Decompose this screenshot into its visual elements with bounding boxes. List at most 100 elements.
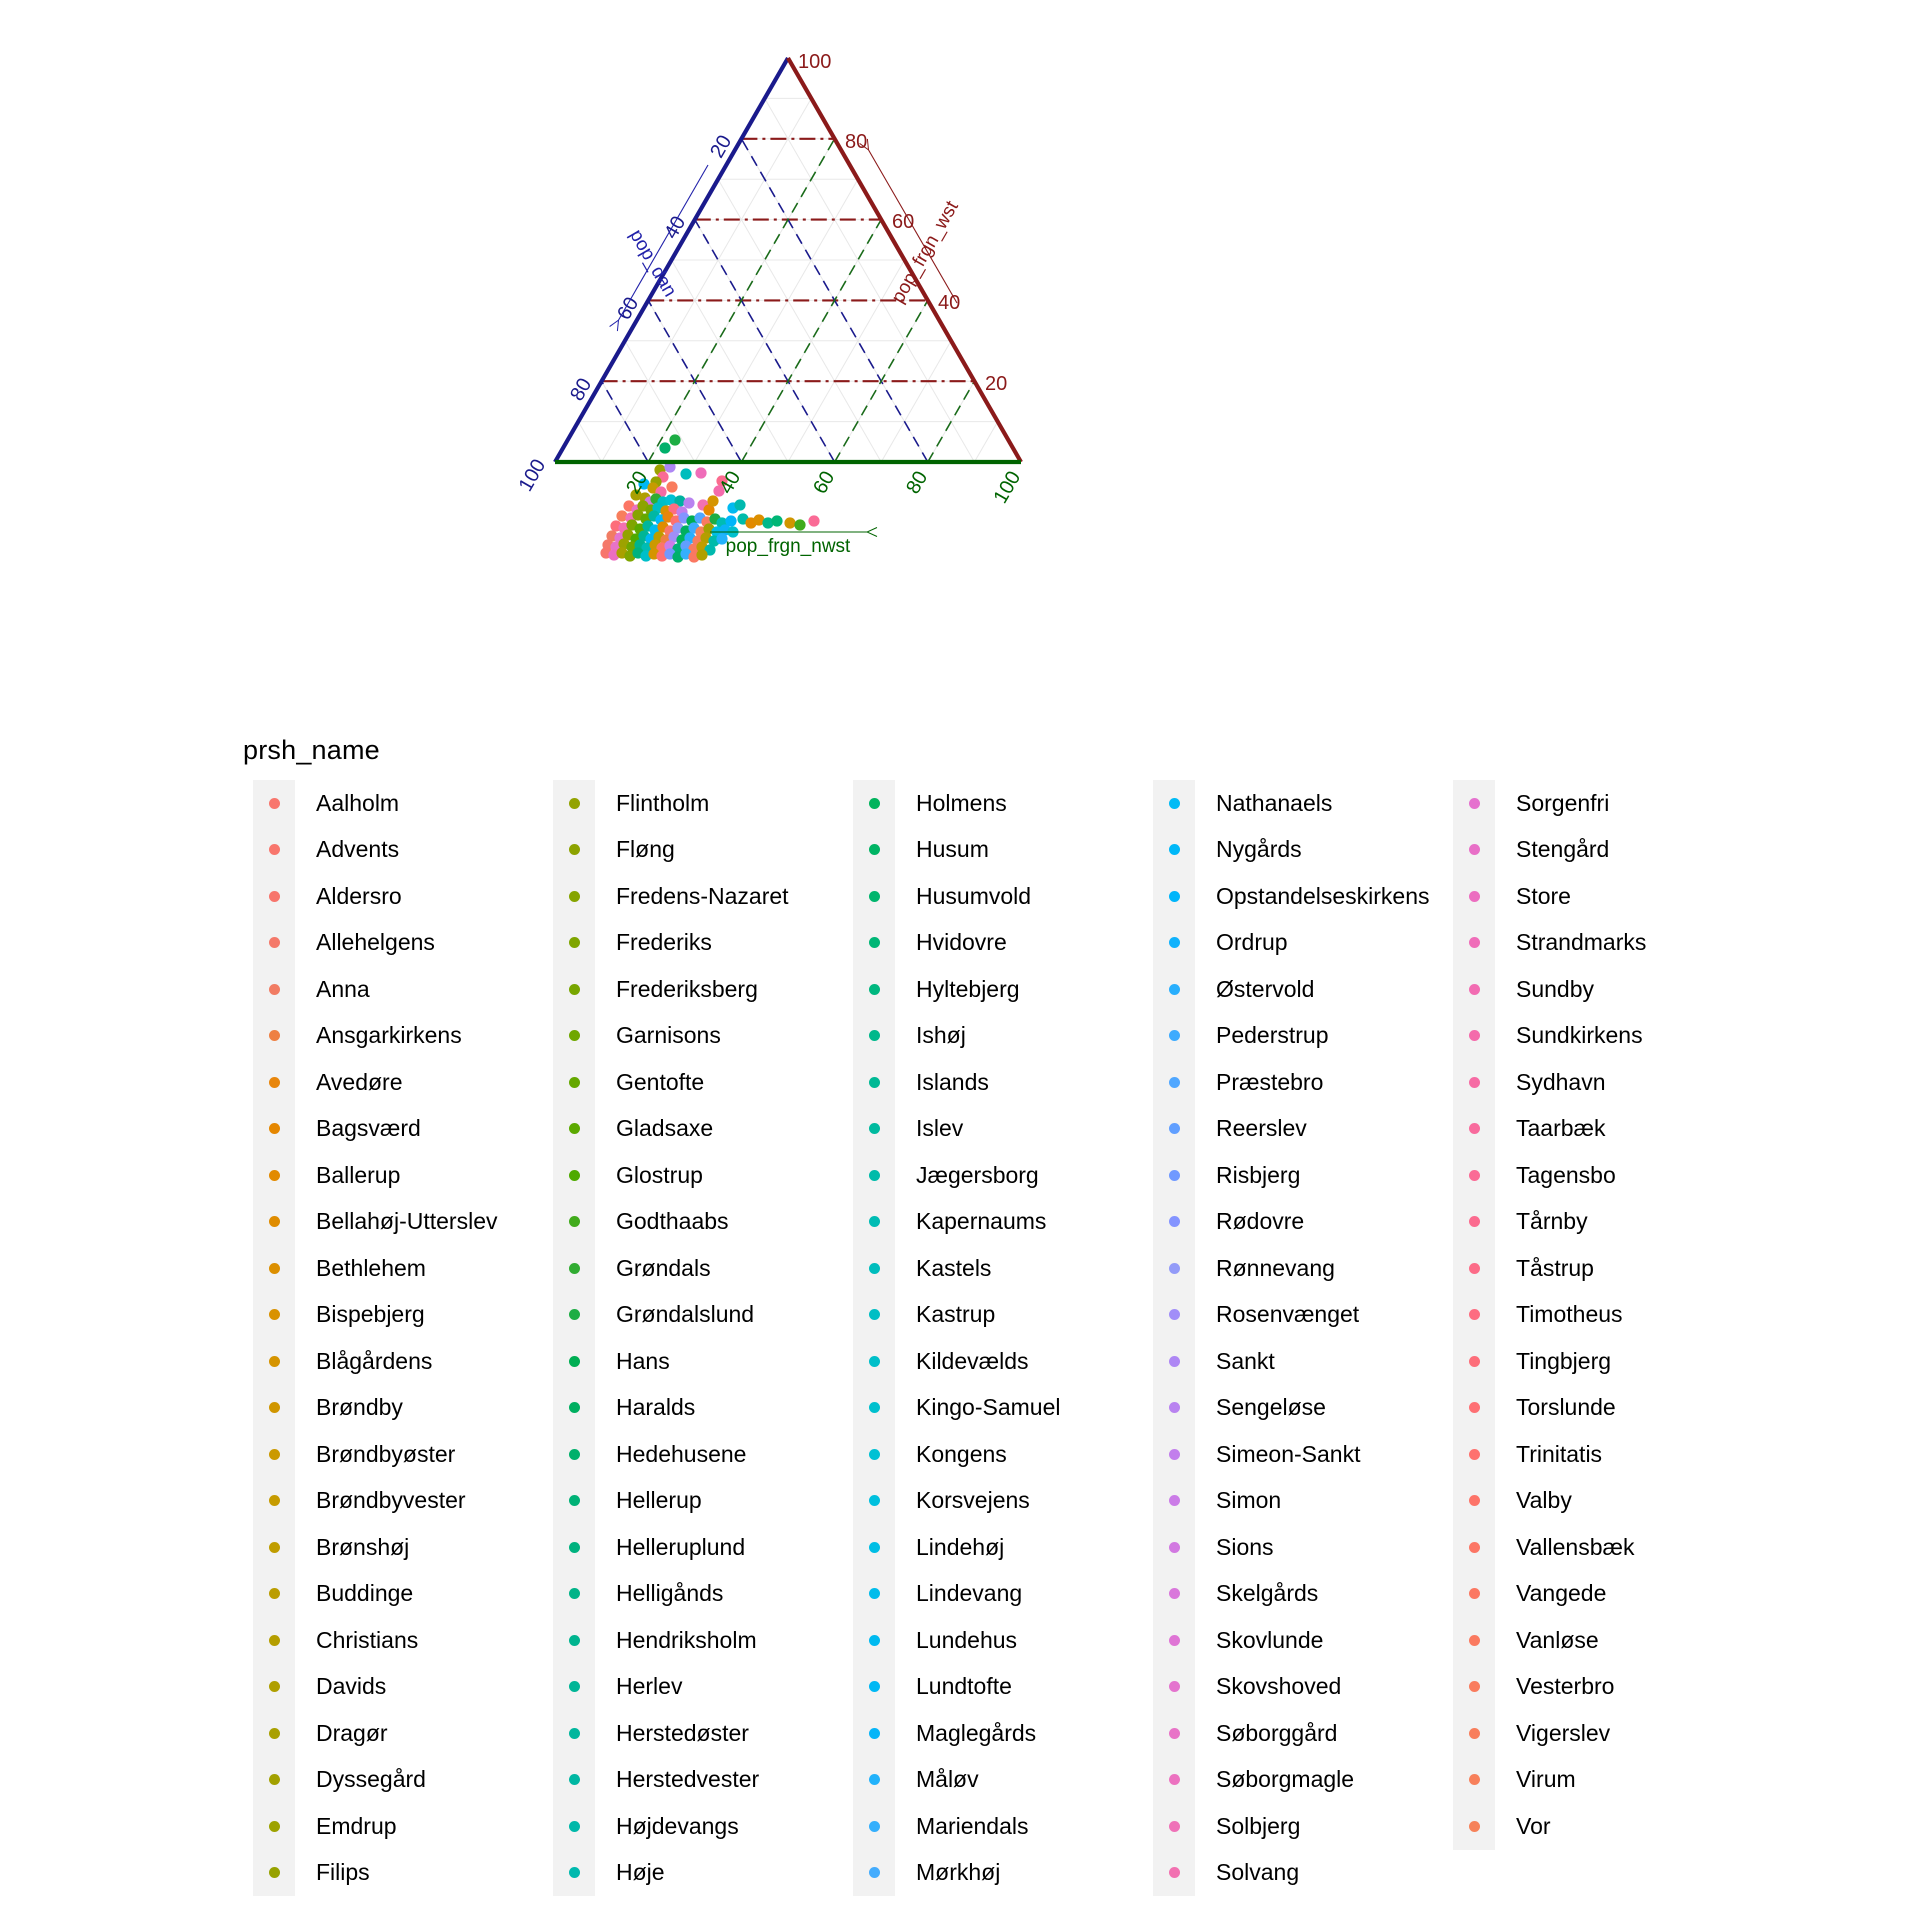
legend-item[interactable]: Islands bbox=[835, 1059, 1135, 1106]
legend-item[interactable]: Sankt bbox=[1135, 1338, 1435, 1385]
legend-item[interactable]: Rosenvænget bbox=[1135, 1292, 1435, 1339]
legend-item[interactable]: Virum bbox=[1435, 1757, 1735, 1804]
legend-item[interactable]: Tagensbo bbox=[1435, 1152, 1735, 1199]
legend-item[interactable]: Skovlunde bbox=[1135, 1617, 1435, 1664]
legend-item[interactable]: Frederiks bbox=[535, 920, 835, 967]
legend-item[interactable]: Korsvejens bbox=[835, 1478, 1135, 1525]
legend-item[interactable]: Hellerup bbox=[535, 1478, 835, 1525]
legend-item[interactable]: Sydhavn bbox=[1435, 1059, 1735, 1106]
legend-item[interactable]: Hedehusene bbox=[535, 1431, 835, 1478]
legend-item[interactable]: Allehelgens bbox=[235, 920, 535, 967]
legend-item[interactable]: Timotheus bbox=[1435, 1292, 1735, 1339]
legend-item[interactable]: Grøndalslund bbox=[535, 1292, 835, 1339]
legend-item[interactable]: Filips bbox=[235, 1850, 535, 1897]
legend-item[interactable]: Davids bbox=[235, 1664, 535, 1711]
legend-item[interactable]: Mariendals bbox=[835, 1803, 1135, 1850]
legend-item[interactable]: Kildevælds bbox=[835, 1338, 1135, 1385]
legend-item[interactable]: Ishøj bbox=[835, 1013, 1135, 1060]
legend-item[interactable]: Frederiksberg bbox=[535, 966, 835, 1013]
legend-item[interactable]: Buddinge bbox=[235, 1571, 535, 1618]
legend-item[interactable]: Bellahøj-Utterslev bbox=[235, 1199, 535, 1246]
legend-item[interactable]: Aldersro bbox=[235, 873, 535, 920]
legend-item[interactable]: Gentofte bbox=[535, 1059, 835, 1106]
legend-item[interactable]: Herstedvester bbox=[535, 1757, 835, 1804]
legend-item[interactable]: Bethlehem bbox=[235, 1245, 535, 1292]
legend-item[interactable]: Skelgårds bbox=[1135, 1571, 1435, 1618]
legend-item[interactable]: Torslunde bbox=[1435, 1385, 1735, 1432]
legend-item[interactable]: Brønshøj bbox=[235, 1524, 535, 1571]
legend-item[interactable]: Vigerslev bbox=[1435, 1710, 1735, 1757]
legend-item[interactable]: Aalholm bbox=[235, 780, 535, 827]
legend-item[interactable]: Sorgenfri bbox=[1435, 780, 1735, 827]
legend-item[interactable]: Emdrup bbox=[235, 1803, 535, 1850]
legend-item[interactable]: Flintholm bbox=[535, 780, 835, 827]
legend-item[interactable]: Sengeløse bbox=[1135, 1385, 1435, 1432]
legend-item[interactable]: Risbjerg bbox=[1135, 1152, 1435, 1199]
legend-item[interactable]: Vesterbro bbox=[1435, 1664, 1735, 1711]
legend-item[interactable]: Haralds bbox=[535, 1385, 835, 1432]
legend-item[interactable]: Bagsværd bbox=[235, 1106, 535, 1153]
legend-item[interactable]: Højdevangs bbox=[535, 1803, 835, 1850]
legend-item[interactable]: Helleruplund bbox=[535, 1524, 835, 1571]
legend-item[interactable]: Helligånds bbox=[535, 1571, 835, 1618]
legend-item[interactable]: Rødovre bbox=[1135, 1199, 1435, 1246]
legend-item[interactable]: Vor bbox=[1435, 1803, 1735, 1850]
legend-item[interactable]: Tingbjerg bbox=[1435, 1338, 1735, 1385]
legend-item[interactable]: Hvidovre bbox=[835, 920, 1135, 967]
legend-item[interactable]: Sundby bbox=[1435, 966, 1735, 1013]
legend-item[interactable]: Sundkirkens bbox=[1435, 1013, 1735, 1060]
legend-item[interactable]: Strandmarks bbox=[1435, 920, 1735, 967]
legend-item[interactable]: Søborgmagle bbox=[1135, 1757, 1435, 1804]
legend-item[interactable]: Lundehus bbox=[835, 1617, 1135, 1664]
legend-item[interactable]: Vangede bbox=[1435, 1571, 1735, 1618]
legend-item[interactable]: Opstandelseskirkens bbox=[1135, 873, 1435, 920]
legend-item[interactable]: Lundtofte bbox=[835, 1664, 1135, 1711]
legend-item[interactable]: Østervold bbox=[1135, 966, 1435, 1013]
legend-item[interactable]: Ordrup bbox=[1135, 920, 1435, 967]
legend-item[interactable]: Dragør bbox=[235, 1710, 535, 1757]
legend-item[interactable]: Kingo-Samuel bbox=[835, 1385, 1135, 1432]
legend-item[interactable]: Brøndby bbox=[235, 1385, 535, 1432]
legend-item[interactable]: Lindevang bbox=[835, 1571, 1135, 1618]
legend-item[interactable]: Lindehøj bbox=[835, 1524, 1135, 1571]
legend-item[interactable]: Ansgarkirkens bbox=[235, 1013, 535, 1060]
legend-item[interactable]: Måløv bbox=[835, 1757, 1135, 1804]
legend-item[interactable]: Solbjerg bbox=[1135, 1803, 1435, 1850]
legend-item[interactable]: Husum bbox=[835, 827, 1135, 874]
legend-item[interactable]: Garnisons bbox=[535, 1013, 835, 1060]
legend-item[interactable]: Brøndbyøster bbox=[235, 1431, 535, 1478]
legend-item[interactable]: Simeon-Sankt bbox=[1135, 1431, 1435, 1478]
legend-item[interactable]: Fløng bbox=[535, 827, 835, 874]
legend-item[interactable]: Grøndals bbox=[535, 1245, 835, 1292]
legend-item[interactable]: Husumvold bbox=[835, 873, 1135, 920]
legend-item[interactable]: Brøndbyvester bbox=[235, 1478, 535, 1525]
legend-item[interactable]: Jægersborg bbox=[835, 1152, 1135, 1199]
legend-item[interactable]: Ballerup bbox=[235, 1152, 535, 1199]
legend-item[interactable]: Vanløse bbox=[1435, 1617, 1735, 1664]
legend-item[interactable]: Dyssegård bbox=[235, 1757, 535, 1804]
legend-item[interactable]: Avedøre bbox=[235, 1059, 535, 1106]
legend-item[interactable]: Gladsaxe bbox=[535, 1106, 835, 1153]
legend-item[interactable]: Nygårds bbox=[1135, 827, 1435, 874]
legend-item[interactable]: Høje bbox=[535, 1850, 835, 1897]
legend-item[interactable]: Søborggård bbox=[1135, 1710, 1435, 1757]
legend-item[interactable]: Stengård bbox=[1435, 827, 1735, 874]
legend-item[interactable]: Vallensbæk bbox=[1435, 1524, 1735, 1571]
legend-item[interactable]: Maglegårds bbox=[835, 1710, 1135, 1757]
legend-item[interactable]: Valby bbox=[1435, 1478, 1735, 1525]
legend-item[interactable]: Simon bbox=[1135, 1478, 1435, 1525]
legend-item[interactable]: Godthaabs bbox=[535, 1199, 835, 1246]
legend-item[interactable]: Holmens bbox=[835, 780, 1135, 827]
legend-item[interactable]: Kongens bbox=[835, 1431, 1135, 1478]
legend-item[interactable]: Blågårdens bbox=[235, 1338, 535, 1385]
legend-item[interactable]: Trinitatis bbox=[1435, 1431, 1735, 1478]
legend-item[interactable]: Pederstrup bbox=[1135, 1013, 1435, 1060]
legend-item[interactable]: Reerslev bbox=[1135, 1106, 1435, 1153]
legend-item[interactable]: Sions bbox=[1135, 1524, 1435, 1571]
legend-item[interactable]: Kapernaums bbox=[835, 1199, 1135, 1246]
legend-item[interactable]: Mørkhøj bbox=[835, 1850, 1135, 1897]
legend-item[interactable]: Tårnby bbox=[1435, 1199, 1735, 1246]
legend-item[interactable]: Kastrup bbox=[835, 1292, 1135, 1339]
legend-item[interactable]: Nathanaels bbox=[1135, 780, 1435, 827]
legend-item[interactable]: Kastels bbox=[835, 1245, 1135, 1292]
